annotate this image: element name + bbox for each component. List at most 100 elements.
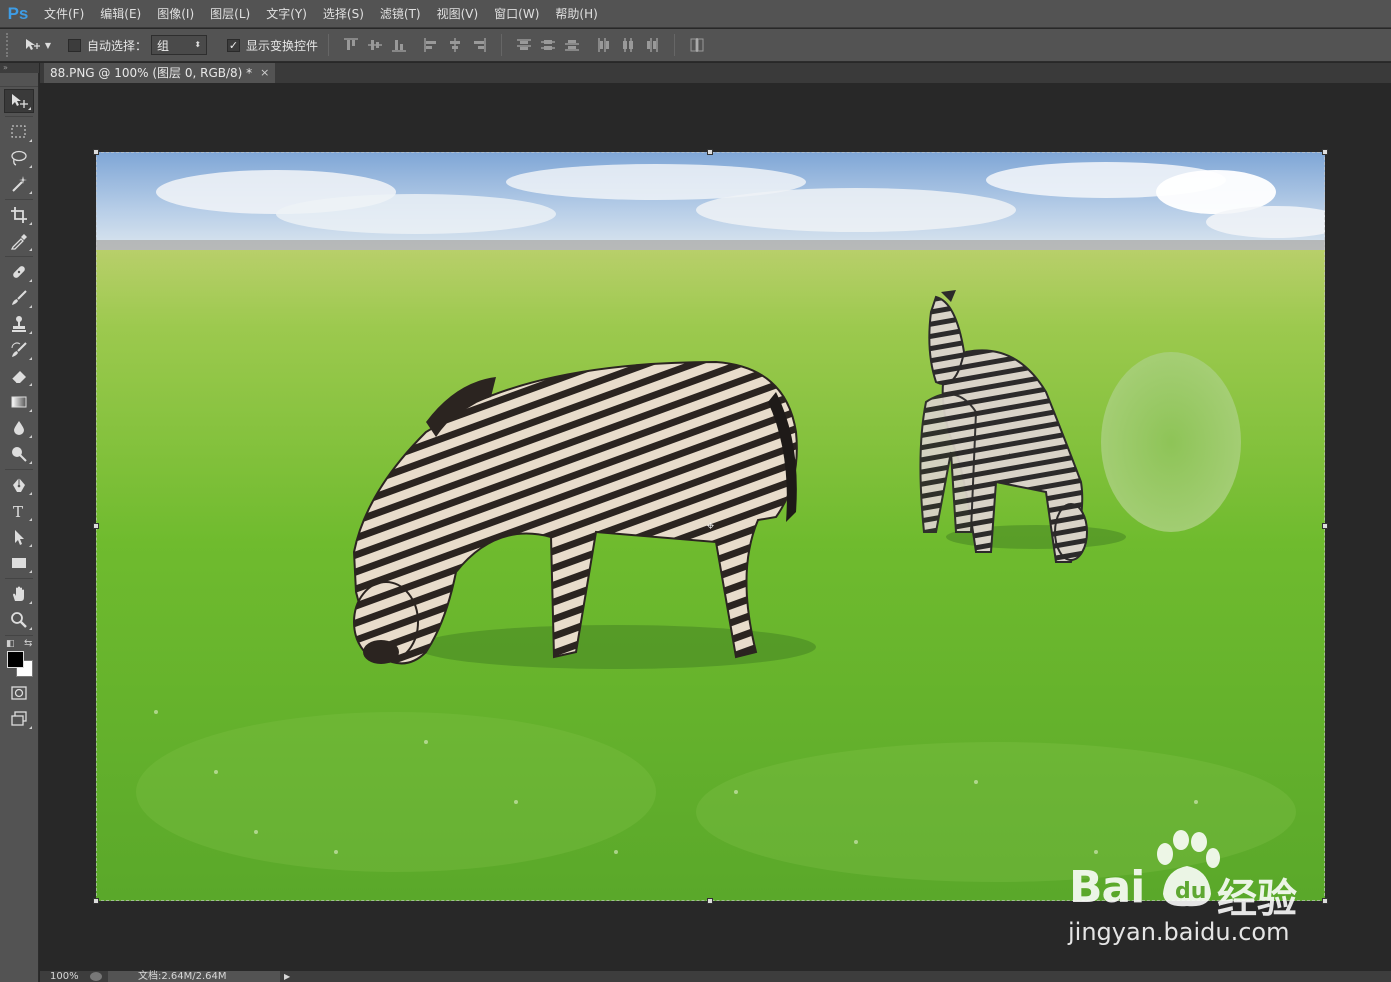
options-bar-grip[interactable]	[6, 33, 14, 57]
align-top-icon	[344, 38, 359, 50]
magic-wand-icon	[12, 176, 27, 192]
dodge-tool[interactable]	[4, 442, 34, 466]
magnifier-icon	[11, 612, 27, 628]
distribute-right-button[interactable]	[640, 34, 664, 56]
rectangle-tool[interactable]	[4, 551, 34, 575]
divider	[5, 469, 33, 470]
menu-file[interactable]: 文件(F)	[36, 0, 92, 28]
blur-tool[interactable]	[4, 416, 34, 440]
screen-mode-button[interactable]	[4, 707, 34, 731]
healing-brush-tool[interactable]	[4, 260, 34, 284]
rectangle-icon	[12, 558, 26, 568]
tool-preset-picker[interactable]: ▼	[14, 33, 62, 57]
type-tool[interactable]: T	[4, 499, 34, 523]
default-colors-icon[interactable]: ◧	[6, 639, 15, 649]
eyedropper-tool[interactable]	[4, 229, 34, 253]
quick-mask-button[interactable]	[4, 681, 34, 705]
align-hcenter-button[interactable]	[443, 34, 467, 56]
lasso-tool[interactable]	[4, 146, 34, 170]
move-icon	[25, 39, 40, 50]
play-arrow-icon[interactable]: ▶	[284, 971, 290, 982]
quick-mask-icon	[11, 686, 27, 700]
foreground-color-swatch[interactable]	[7, 651, 24, 668]
eraser-tool[interactable]	[4, 364, 34, 388]
align-bottom-button[interactable]	[387, 34, 411, 56]
pen-tool[interactable]	[4, 473, 34, 497]
auto-select-checkbox[interactable]	[68, 38, 81, 52]
gradient-icon	[11, 396, 27, 408]
svg-text:du: du	[1175, 879, 1206, 904]
show-transform-label: 显示变换控件	[246, 38, 319, 53]
distribute-vcenter-button[interactable]	[536, 34, 560, 56]
menu-help[interactable]: 帮助(H)	[547, 0, 605, 28]
magic-wand-tool[interactable]	[4, 172, 34, 196]
status-bar: 100% 文档:2.64M/2.64M ▶	[40, 971, 1391, 982]
auto-select-dropdown[interactable]: 组 ⬍	[151, 35, 208, 55]
hand-tool[interactable]	[4, 582, 34, 606]
history-brush-icon	[11, 342, 27, 357]
align-bottom-icon	[392, 40, 407, 52]
auto-align-layers-button[interactable]	[685, 34, 709, 56]
divider	[5, 578, 33, 579]
options-bar: ▼ 自动选择： 组 ⬍ ✓ 显示变换控件	[0, 29, 1391, 62]
brush-tool[interactable]	[4, 286, 34, 310]
menu-layer[interactable]: 图层(L)	[202, 0, 258, 28]
lasso-icon	[11, 150, 27, 166]
zoom-level[interactable]: 100%	[40, 971, 84, 982]
menu-type[interactable]: 文字(Y)	[258, 0, 315, 28]
divider	[5, 256, 33, 257]
pen-icon	[13, 478, 25, 492]
watermark-url: jingyan.baidu.com	[1068, 918, 1290, 946]
toolbar-collapse-grip[interactable]: »	[0, 63, 39, 73]
distribute-bottom-button[interactable]	[560, 34, 584, 56]
menu-view[interactable]: 视图(V)	[429, 0, 487, 28]
align-top-button[interactable]	[339, 34, 363, 56]
distribute-top-button[interactable]	[512, 34, 536, 56]
zoom-tool[interactable]	[4, 608, 34, 632]
watermark-cn: 经验	[1217, 876, 1297, 922]
updown-arrow-icon: ⬍	[194, 40, 202, 49]
menu-image[interactable]: 图像(I)	[149, 0, 202, 28]
divider	[328, 34, 330, 56]
distribute-left-button[interactable]	[592, 34, 616, 56]
path-select-icon	[15, 530, 24, 545]
swap-colors-icon[interactable]: ⇆	[24, 638, 32, 649]
move-tool[interactable]	[4, 89, 34, 113]
auto-select-label: 自动选择：	[87, 38, 148, 53]
distribute-top-icon	[517, 39, 532, 50]
align-left-button[interactable]	[419, 34, 443, 56]
crop-tool[interactable]	[4, 203, 34, 227]
gradient-tool[interactable]	[4, 390, 34, 414]
auto-select-value: 组	[157, 38, 170, 53]
close-icon[interactable]: ×	[260, 63, 269, 83]
watermark-brand: Bai	[1069, 862, 1145, 913]
menu-bar: Ps 文件(F) 编辑(E) 图像(I) 图层(L) 文字(Y) 选择(S) 滤…	[0, 0, 1391, 28]
water-drop-icon	[14, 421, 24, 435]
svg-text:T: T	[13, 503, 23, 520]
menu-select[interactable]: 选择(S)	[315, 0, 372, 28]
distribute-hcenter-button[interactable]	[616, 34, 640, 56]
type-icon: T	[13, 503, 23, 520]
align-right-button[interactable]	[467, 34, 491, 56]
divider	[5, 199, 33, 200]
distribute-left-icon	[598, 38, 610, 52]
align-vcenter-button[interactable]	[363, 34, 387, 56]
align-right-icon	[474, 38, 486, 52]
menu-filter[interactable]: 滤镜(T)	[372, 0, 429, 28]
history-brush-tool[interactable]	[4, 338, 34, 362]
distribute-right-icon	[647, 38, 658, 52]
divider	[5, 116, 33, 117]
dodge-icon	[12, 447, 27, 462]
menu-window[interactable]: 窗口(W)	[486, 0, 547, 28]
menu-edit[interactable]: 编辑(E)	[92, 0, 149, 28]
hand-icon	[13, 586, 24, 601]
clone-stamp-tool[interactable]	[4, 312, 34, 336]
rectangular-marquee-tool[interactable]	[4, 120, 34, 144]
show-transform-checkbox[interactable]: ✓	[227, 38, 241, 52]
path-selection-tool[interactable]	[4, 525, 34, 549]
info-icon[interactable]	[90, 972, 102, 981]
tab-document[interactable]: 88.PNG @ 100% (图层 0, RGB/8) * ×	[44, 63, 276, 83]
divider	[5, 635, 33, 636]
tools-panel-header[interactable]	[0, 73, 38, 87]
transform-center-icon[interactable]: ⌖	[704, 520, 717, 533]
